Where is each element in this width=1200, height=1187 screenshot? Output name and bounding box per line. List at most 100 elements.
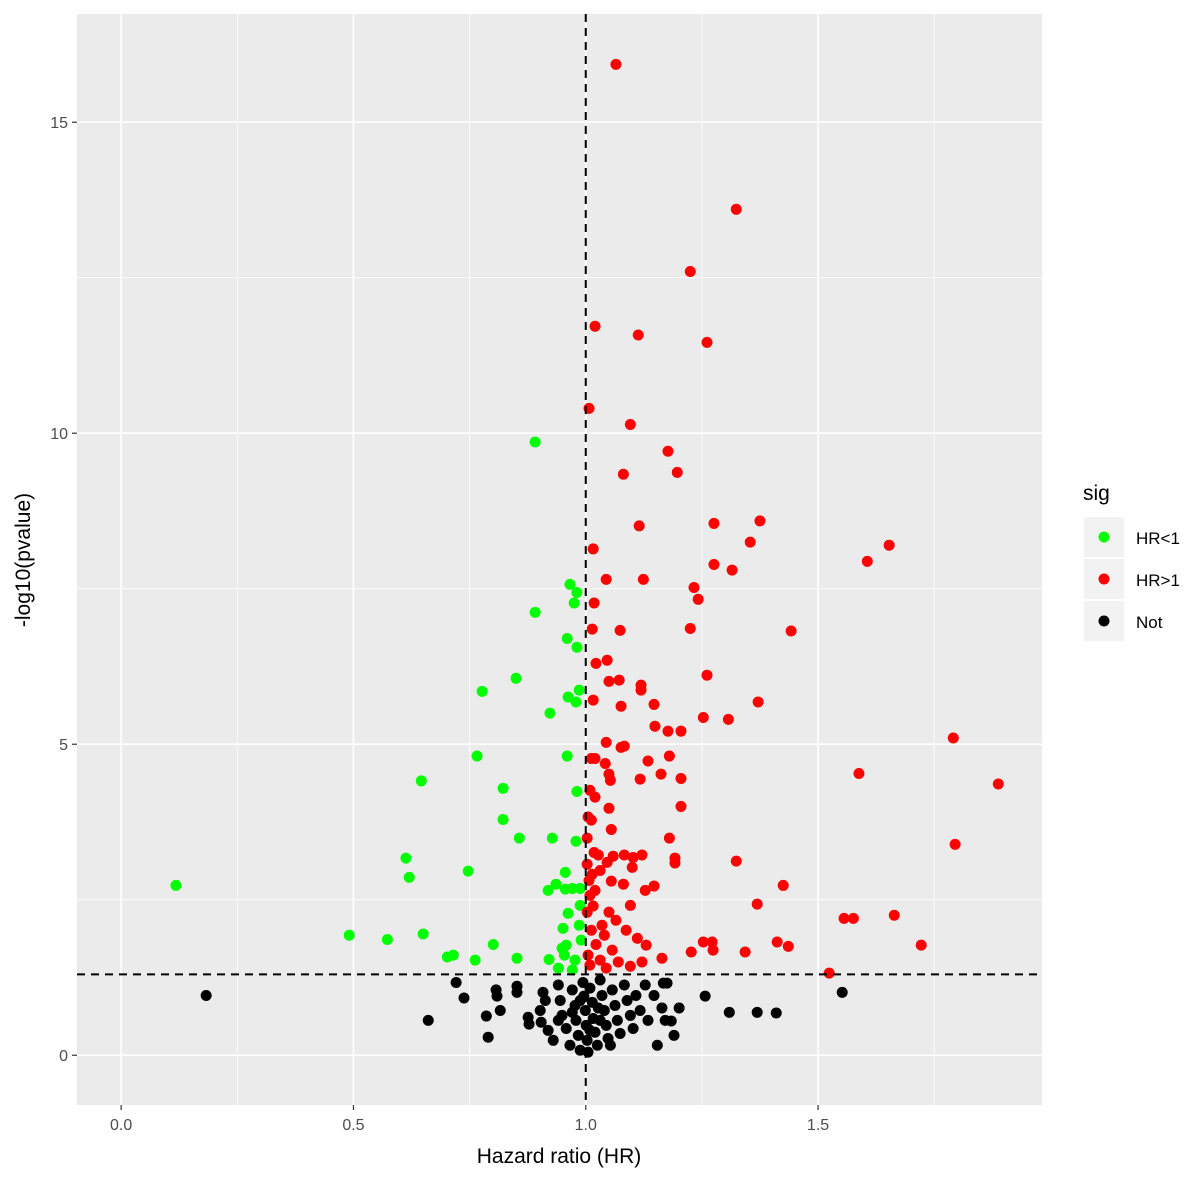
point-hr-less-1 (513, 832, 525, 844)
legend-key-hr-greater-1 (1098, 573, 1110, 585)
point-not (554, 995, 566, 1007)
point-hr-less-1 (403, 871, 415, 883)
y-tick-label: 0 (59, 1048, 68, 1065)
point-hr-greater-1 (590, 657, 602, 669)
point-hr-greater-1 (640, 939, 652, 951)
point-not (665, 1015, 677, 1027)
point-hr-greater-1 (618, 740, 630, 752)
point-hr-less-1 (510, 672, 522, 684)
x-tick-label: 0.0 (110, 1117, 132, 1134)
y-axis-ticks: 0 5 10 15 (50, 115, 77, 1065)
point-hr-greater-1 (949, 838, 961, 850)
point-not (494, 1004, 506, 1016)
point-hr-greater-1 (624, 419, 636, 431)
point-hr-greater-1 (662, 445, 674, 457)
point-hr-greater-1 (594, 865, 606, 877)
point-not (624, 1009, 636, 1021)
point-not (639, 979, 651, 991)
point-hr-greater-1 (671, 466, 683, 478)
point-hr-greater-1 (603, 675, 615, 687)
point-hr-greater-1 (777, 879, 789, 891)
point-hr-greater-1 (634, 773, 646, 785)
point-hr-greater-1 (739, 946, 751, 958)
point-hr-greater-1 (600, 962, 612, 974)
point-hr-greater-1 (610, 58, 622, 70)
point-hr-greater-1 (614, 624, 626, 636)
point-hr-greater-1 (610, 914, 622, 926)
point-hr-greater-1 (598, 929, 610, 941)
point-not (534, 1004, 546, 1016)
point-not (634, 1004, 646, 1016)
point-hr-greater-1 (648, 698, 660, 710)
point-hr-greater-1 (685, 946, 697, 958)
point-hr-greater-1 (708, 558, 720, 570)
point-hr-greater-1 (596, 919, 608, 931)
point-hr-less-1 (415, 775, 427, 787)
point-hr-less-1 (570, 835, 582, 847)
point-hr-less-1 (573, 684, 585, 696)
point-hr-greater-1 (663, 750, 675, 762)
point-hr-greater-1 (636, 849, 648, 861)
x-tick-label: 1.5 (807, 1117, 829, 1134)
point-hr-greater-1 (581, 858, 593, 870)
point-hr-less-1 (573, 919, 585, 931)
point-hr-greater-1 (620, 924, 632, 936)
point-not (630, 990, 642, 1002)
point-hr-greater-1 (688, 581, 700, 593)
point-hr-greater-1 (847, 912, 859, 924)
point-hr-greater-1 (744, 536, 756, 548)
point-hr-greater-1 (771, 936, 783, 948)
point-hr-greater-1 (600, 736, 612, 748)
point-hr-less-1 (571, 641, 583, 653)
point-not (592, 1002, 604, 1014)
legend-entry-hr-less-1: HR<1 (1084, 517, 1180, 557)
point-hr-greater-1 (613, 674, 625, 686)
point-hr-greater-1 (642, 755, 654, 767)
point-hr-less-1 (471, 750, 483, 762)
point-hr-less-1 (546, 832, 558, 844)
legend-label-not: Not (1136, 613, 1163, 632)
point-not (668, 1029, 680, 1041)
point-hr-greater-1 (726, 564, 738, 576)
point-not (511, 986, 523, 998)
x-axis-title: Hazard ratio (HR) (477, 1145, 642, 1168)
legend-entry-not: Not (1084, 601, 1163, 641)
point-not (552, 1014, 564, 1026)
point-hr-less-1 (497, 813, 509, 825)
point-hr-greater-1 (587, 694, 599, 706)
point-not (200, 990, 212, 1002)
point-hr-greater-1 (888, 909, 900, 921)
point-not (574, 995, 586, 1007)
point-hr-greater-1 (662, 725, 674, 737)
point-hr-greater-1 (600, 573, 612, 585)
point-hr-less-1 (552, 962, 564, 974)
point-hr-greater-1 (992, 778, 1004, 790)
point-hr-less-1 (543, 953, 555, 965)
point-hr-greater-1 (617, 878, 629, 890)
point-hr-greater-1 (675, 772, 687, 784)
point-hr-greater-1 (632, 329, 644, 341)
point-not (723, 1006, 735, 1018)
plot-panel (77, 14, 1042, 1105)
point-hr-greater-1 (606, 944, 618, 956)
point-not (480, 1010, 492, 1022)
legend: sig HR<1 HR>1 Not (1083, 482, 1180, 641)
point-hr-greater-1 (692, 593, 704, 605)
point-hr-greater-1 (588, 597, 600, 609)
point-hr-greater-1 (675, 800, 687, 812)
point-hr-greater-1 (582, 949, 594, 961)
point-not (606, 984, 618, 996)
point-hr-greater-1 (599, 758, 611, 770)
point-hr-less-1 (560, 939, 572, 951)
point-not (491, 990, 503, 1002)
point-hr-greater-1 (635, 684, 647, 696)
point-hr-less-1 (570, 696, 582, 708)
point-not (751, 1006, 763, 1018)
point-not (591, 1039, 603, 1051)
point-hr-less-1 (561, 632, 573, 644)
point-not (422, 1014, 434, 1026)
point-hr-greater-1 (656, 952, 668, 964)
point-hr-greater-1 (684, 266, 696, 278)
point-not (560, 1022, 572, 1034)
point-not (661, 977, 673, 989)
